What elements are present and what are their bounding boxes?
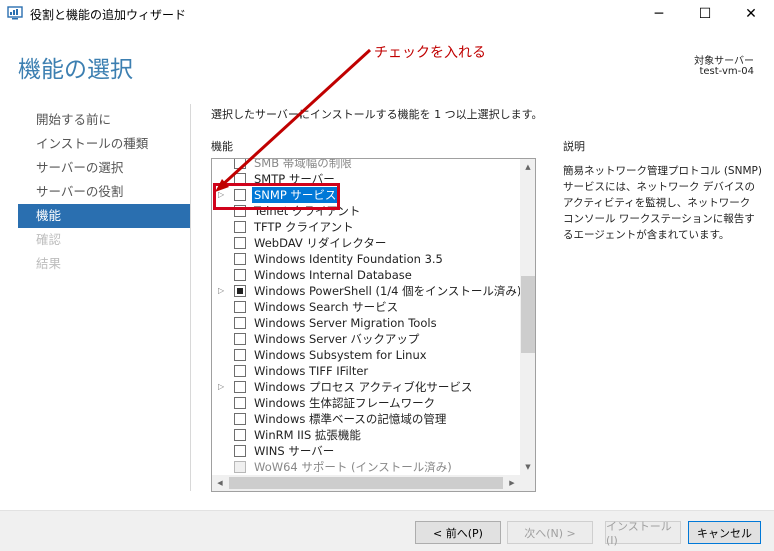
nav-item-confirmation: 確認 (36, 232, 62, 247)
nav-item-results: 結果 (36, 256, 62, 271)
feature-checkbox[interactable] (234, 301, 246, 313)
feature-checkbox[interactable] (234, 269, 246, 281)
feature-label: TFTP クライアント (254, 220, 354, 234)
nav-item-installation-type[interactable]: インストールの種類 (18, 132, 190, 156)
feature-checkbox[interactable] (234, 381, 246, 393)
feature-checkbox[interactable] (234, 349, 246, 361)
close-button[interactable]: ✕ (728, 0, 774, 28)
feature-label: Windows 標準ベースの記憶域の管理 (254, 412, 447, 426)
scroll-right-icon[interactable]: ▶ (504, 475, 520, 491)
description-heading: 説明 (563, 140, 585, 153)
install-button: インストール(I) (605, 520, 681, 547)
page-title: 機能の選択 (18, 57, 133, 83)
feature-checkbox[interactable] (234, 159, 246, 169)
feature-checkbox[interactable] (234, 253, 246, 265)
feature-label: Windows Subsystem for Linux (254, 348, 427, 362)
nav-divider (190, 104, 191, 491)
destination-server-label: 対象サーバー (694, 56, 754, 67)
feature-label: WebDAV リダイレクター (254, 236, 387, 250)
vertical-scroll-thumb[interactable] (521, 276, 535, 353)
nav-item-features[interactable]: 機能 (18, 204, 190, 228)
feature-label: Windows Identity Foundation 3.5 (254, 252, 443, 266)
feature-label: Windows TIFF IFilter (254, 364, 369, 378)
feature-row[interactable]: WinRM IIS 拡張機能 (212, 427, 520, 443)
horizontal-scroll-thumb[interactable] (229, 477, 503, 489)
description-text: 簡易ネットワーク管理プロトコル (SNMP) サービスには、ネットワーク デバイ… (563, 165, 762, 241)
feature-checkbox[interactable] (234, 365, 246, 377)
feature-label: Windows Internal Database (254, 268, 412, 282)
feature-row[interactable]: ▷ Windows プロセス アクティブ化サービス (212, 379, 520, 395)
feature-checkbox[interactable] (234, 413, 246, 425)
feature-label: WINS サーバー (254, 444, 335, 458)
annotation-highlight-box (213, 183, 340, 210)
feature-row[interactable]: Windows Server バックアップ (212, 331, 520, 347)
vertical-scrollbar[interactable]: ▲ ▼ (520, 159, 535, 475)
feature-label: WinRM IIS 拡張機能 (254, 428, 361, 442)
scroll-left-icon[interactable]: ◀ (212, 475, 228, 491)
horizontal-scrollbar[interactable]: ◀ ▶ (212, 475, 520, 491)
feature-row[interactable]: Windows Search サービス (212, 299, 520, 315)
feature-row[interactable]: Windows Identity Foundation 3.5 (212, 251, 520, 267)
feature-checkbox[interactable] (234, 221, 246, 233)
feature-row[interactable]: TFTP クライアント (212, 219, 520, 235)
feature-row[interactable]: WINS サーバー (212, 443, 520, 459)
feature-row[interactable]: Windows 標準ベースの記憶域の管理 (212, 411, 520, 427)
expand-arrow-icon[interactable]: ▷ (218, 379, 228, 395)
expand-arrow-icon[interactable]: ▷ (218, 283, 228, 299)
feature-checkbox[interactable] (234, 429, 246, 441)
maximize-button[interactable]: ☐ (682, 0, 728, 28)
feature-row[interactable]: Windows Subsystem for Linux (212, 347, 520, 363)
next-button: 次へ(N) > (507, 521, 593, 544)
instruction-text: 選択したサーバーにインストールする機能を 1 つ以上選択します。 (211, 108, 543, 121)
destination-server-name: test-vm-04 (699, 66, 754, 77)
minimize-button[interactable]: ─ (636, 0, 682, 28)
scroll-down-icon[interactable]: ▼ (520, 459, 535, 475)
wizard-steps-nav: 開始する前に インストールの種類 サーバーの選択 サーバーの役割 機能 確認 結… (18, 108, 190, 276)
feature-label: Windows Search サービス (254, 300, 399, 314)
feature-row[interactable]: Windows 生体認証フレームワーク (212, 395, 520, 411)
feature-row[interactable]: Windows TIFF IFilter (212, 363, 520, 379)
feature-checkbox[interactable] (234, 461, 246, 473)
feature-label: Windows Server Migration Tools (254, 316, 437, 330)
feature-label: Windows 生体認証フレームワーク (254, 396, 436, 410)
server-manager-icon (7, 6, 23, 20)
feature-label: Windows Server バックアップ (254, 332, 420, 346)
feature-row[interactable]: WebDAV リダイレクター (212, 235, 520, 251)
previous-button[interactable]: < 前へ(P) (415, 521, 501, 544)
feature-row[interactable]: ▷ Windows PowerShell (1/4 個をインストール済み) (212, 283, 522, 299)
cancel-button[interactable]: キャンセル (688, 521, 761, 544)
feature-checkbox[interactable] (234, 397, 246, 409)
nav-item-server-selection[interactable]: サーバーの選択 (18, 156, 190, 180)
feature-checkbox[interactable] (234, 333, 246, 345)
scrollbar-corner (520, 475, 535, 491)
title-bar: 役割と機能の追加ウィザード ─ ☐ ✕ (0, 0, 774, 28)
feature-label: SMB 帯域幅の制限 (254, 158, 352, 170)
feature-checkbox[interactable] (234, 317, 246, 329)
feature-checkbox[interactable] (234, 285, 246, 297)
feature-label: WoW64 サポート (インストール済み) (254, 460, 452, 474)
feature-checkbox[interactable] (234, 445, 246, 457)
annotation-text: チェックを入れる (374, 45, 486, 61)
feature-label: Windows PowerShell (1/4 個をインストール済み) (254, 284, 522, 298)
wizard-footer: < 前へ(P) 次へ(N) > インストール(I) キャンセル (0, 510, 774, 551)
feature-row[interactable]: Windows Server Migration Tools (212, 315, 520, 331)
scroll-up-icon[interactable]: ▲ (520, 159, 535, 175)
window-title: 役割と機能の追加ウィザード (30, 8, 187, 22)
feature-row[interactable]: WoW64 サポート (インストール済み) (212, 459, 520, 475)
feature-row[interactable]: SMB 帯域幅の制限 (212, 158, 520, 171)
feature-row[interactable]: Windows Internal Database (212, 267, 520, 283)
nav-item-server-roles[interactable]: サーバーの役割 (18, 180, 190, 204)
nav-item-before-you-begin[interactable]: 開始する前に (18, 108, 190, 132)
features-heading: 機能 (211, 140, 233, 153)
feature-label: Windows プロセス アクティブ化サービス (254, 380, 473, 394)
feature-checkbox[interactable] (234, 237, 246, 249)
